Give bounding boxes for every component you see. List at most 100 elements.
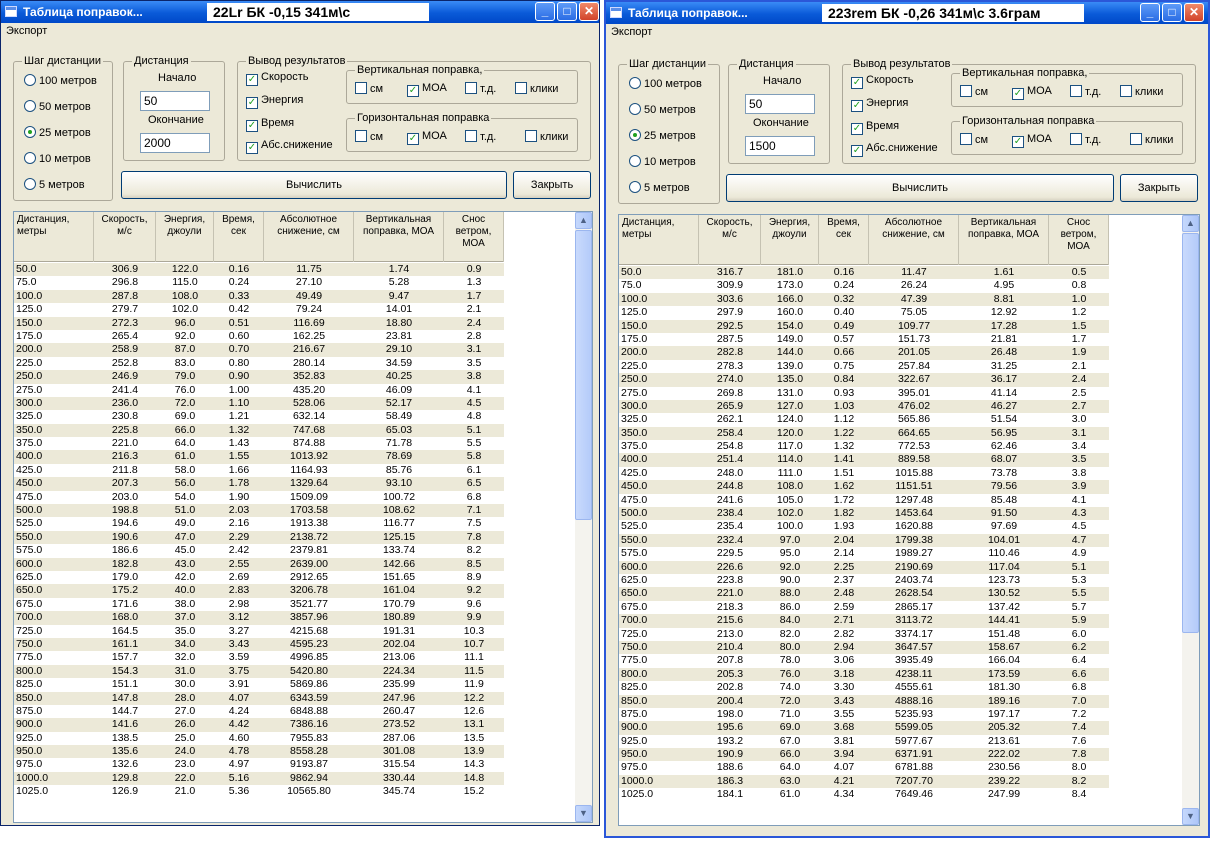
check-energy[interactable]: ✓ Энергия — [246, 94, 303, 109]
step-option-50[interactable]: 50 метров — [629, 103, 696, 116]
title-bar[interactable]: Таблица поправок... 223rem БК -0,26 341м… — [606, 2, 1208, 24]
horizontal-unit-cm[interactable]: см — [960, 133, 988, 146]
vertical-scrollbar[interactable]: ▲ ▼ — [1182, 215, 1199, 825]
start-input[interactable]: 50 — [140, 91, 210, 111]
table-row[interactable]: 850.0 200.4 72.0 3.43 4888.16 189.16 7.0 — [619, 694, 1109, 708]
scroll-thumb[interactable] — [1182, 233, 1199, 633]
check-speed[interactable]: ✓ Скорость — [246, 71, 309, 86]
table-row[interactable]: 525.0 235.4 100.0 1.93 1620.88 97.69 4.5 — [619, 520, 1109, 533]
start-input[interactable]: 50 — [745, 94, 815, 114]
table-row[interactable]: 450.0 244.8 108.0 1.62 1151.51 79.56 3.9 — [619, 480, 1109, 494]
table-row[interactable]: 125.0 279.7 102.0 0.42 79.24 14.01 2.1 — [14, 303, 504, 316]
step-option-25[interactable]: 25 метров — [24, 126, 91, 139]
vertical-scrollbar[interactable]: ▲ ▼ — [575, 212, 592, 822]
step-option-50[interactable]: 50 метров — [24, 100, 91, 113]
table-row[interactable]: 375.0 254.8 117.0 1.32 772.53 62.46 3.4 — [619, 440, 1109, 453]
table-row[interactable]: 175.0 265.4 92.0 0.60 162.25 23.81 2.8 — [14, 330, 504, 343]
table-row[interactable]: 125.0 297.9 160.0 0.40 75.05 12.92 1.2 — [619, 306, 1109, 319]
table-row[interactable]: 475.0 203.0 54.0 1.90 1509.09 100.72 6.8 — [14, 491, 504, 504]
check-abs-drop[interactable]: ✓ Абс.снижение — [246, 139, 333, 154]
table-row[interactable]: 900.0 141.6 26.0 4.42 7386.16 273.52 13.1 — [14, 718, 504, 732]
table-row[interactable]: 625.0 223.8 90.0 2.37 2403.74 123.73 5.3 — [619, 574, 1109, 587]
close-icon[interactable]: ✕ — [1184, 3, 1204, 22]
table-row[interactable]: 625.0 179.0 42.0 2.69 2912.65 151.65 8.9 — [14, 571, 504, 584]
table-row[interactable]: 75.0 296.8 115.0 0.24 27.10 5.28 1.3 — [14, 276, 504, 289]
table-row[interactable]: 975.0 132.6 23.0 4.97 9193.87 315.54 14.3 — [14, 758, 504, 771]
table-row[interactable]: 200.0 258.9 87.0 0.70 216.67 29.10 3.1 — [14, 343, 504, 357]
horizontal-unit-td[interactable]: т.д. — [465, 130, 496, 143]
table-row[interactable]: 725.0 213.0 82.0 2.82 3374.17 151.48 6.0 — [619, 628, 1109, 641]
table-row[interactable]: 300.0 265.9 127.0 1.03 476.02 46.27 2.7 — [619, 399, 1109, 414]
vertical-unit-td[interactable]: т.д. — [465, 82, 496, 95]
maximize-icon[interactable]: □ — [557, 2, 577, 21]
table-row[interactable]: 750.0 210.4 80.0 2.94 3647.57 158.67 6.2 — [619, 640, 1109, 655]
table-row[interactable]: 150.0 292.5 154.0 0.49 109.77 17.28 1.5 — [619, 319, 1109, 333]
table-row[interactable]: 100.0 303.6 166.0 0.32 47.39 8.81 1.0 — [619, 292, 1109, 307]
table-row[interactable]: 575.0 229.5 95.0 2.14 1989.27 110.46 4.9 — [619, 547, 1109, 560]
horizontal-unit-clicks[interactable]: клики — [525, 130, 568, 143]
table-row[interactable]: 225.0 278.3 139.0 0.75 257.84 31.25 2.1 — [619, 360, 1109, 373]
table-row[interactable]: 875.0 198.0 71.0 3.55 5235.93 197.17 7.2 — [619, 708, 1109, 721]
table-row[interactable]: 400.0 251.4 114.0 1.41 889.58 68.07 3.5 — [619, 453, 1109, 467]
table-row[interactable]: 850.0 147.8 28.0 4.07 6343.59 247.96 12.2 — [14, 691, 504, 705]
table-row[interactable]: 50.0 306.9 122.0 0.16 11.75 1.74 0.9 — [14, 263, 504, 277]
scroll-thumb[interactable] — [575, 230, 592, 520]
header-wind-moa[interactable]: Снос ветром, МОА — [1049, 215, 1109, 265]
table-row[interactable]: 650.0 221.0 88.0 2.48 2628.54 130.52 5.5 — [619, 587, 1109, 601]
end-input[interactable]: 2000 — [140, 133, 210, 153]
vertical-unit-cm[interactable]: см — [960, 85, 988, 98]
vertical-unit-moa[interactable]: ✓ МОА — [407, 82, 447, 97]
table-row[interactable]: 75.0 309.9 173.0 0.24 26.24 4.95 0.8 — [619, 279, 1109, 292]
step-option-100[interactable]: 100 метров — [629, 77, 702, 90]
horizontal-unit-moa[interactable]: ✓ МОА — [1012, 133, 1052, 148]
table-row[interactable]: 600.0 226.6 92.0 2.25 2190.69 117.04 5.1 — [619, 560, 1109, 574]
check-energy[interactable]: ✓ Энергия — [851, 97, 908, 112]
table-row[interactable]: 1000.0 186.3 63.0 4.21 7207.70 239.22 8.2 — [619, 774, 1109, 789]
menu-export[interactable]: Экспорт — [611, 26, 652, 38]
table-row[interactable]: 475.0 241.6 105.0 1.72 1297.48 85.48 4.1 — [619, 494, 1109, 507]
table-row[interactable]: 350.0 225.8 66.0 1.32 747.68 65.03 5.1 — [14, 423, 504, 438]
table-row[interactable]: 325.0 230.8 69.0 1.21 632.14 58.49 4.8 — [14, 410, 504, 423]
table-row[interactable]: 675.0 171.6 38.0 2.98 3521.77 170.79 9.6 — [14, 598, 504, 611]
table-row[interactable]: 525.0 194.6 49.0 2.16 1913.38 116.77 7.5 — [14, 517, 504, 530]
maximize-icon[interactable]: □ — [1162, 3, 1182, 22]
table-row[interactable]: 225.0 252.8 83.0 0.80 280.14 34.59 3.5 — [14, 357, 504, 370]
table-row[interactable]: 350.0 258.4 120.0 1.22 664.65 56.95 3.1 — [619, 426, 1109, 441]
table-row[interactable]: 825.0 202.8 74.0 3.30 4555.61 181.30 6.8 — [619, 681, 1109, 694]
results-table[interactable]: Дистанция, метры Скорость, м/с Энергия, … — [13, 211, 593, 823]
header-speed[interactable]: Скорость, м/с — [94, 212, 156, 262]
horizontal-unit-td[interactable]: т.д. — [1070, 133, 1101, 146]
table-row[interactable]: 800.0 154.3 31.0 3.75 5420.80 224.34 11.5 — [14, 664, 504, 679]
table-row[interactable]: 275.0 241.4 76.0 1.00 435.20 46.09 4.1 — [14, 384, 504, 397]
table-row[interactable]: 1000.0 129.8 22.0 5.16 9862.94 330.44 14.8 — [14, 771, 504, 786]
table-row[interactable]: 825.0 151.1 30.0 3.91 5869.86 235.99 11.9 — [14, 678, 504, 691]
close-button[interactable]: Закрыть — [1120, 174, 1198, 202]
table-row[interactable]: 500.0 198.8 51.0 2.03 1703.58 108.62 7.1 — [14, 504, 504, 518]
table-row[interactable]: 425.0 248.0 111.0 1.51 1015.88 73.78 3.8 — [619, 467, 1109, 480]
table-row[interactable]: 325.0 262.1 124.0 1.12 565.86 51.54 3.0 — [619, 413, 1109, 426]
calculate-button[interactable]: Вычислить — [121, 171, 507, 199]
vertical-unit-td[interactable]: т.д. — [1070, 85, 1101, 98]
table-row[interactable]: 275.0 269.8 131.0 0.93 395.01 41.14 2.5 — [619, 387, 1109, 400]
header-energy[interactable]: Энергия, джоули — [761, 215, 819, 265]
header-abs-drop[interactable]: Абсолютное снижение, см — [869, 215, 959, 265]
table-row[interactable]: 900.0 195.6 69.0 3.68 5599.05 205.32 7.4 — [619, 721, 1109, 735]
table-row[interactable]: 700.0 168.0 37.0 3.12 3857.96 180.89 9.9 — [14, 611, 504, 625]
step-option-5[interactable]: 5 метров — [629, 181, 690, 194]
table-row[interactable]: 500.0 238.4 102.0 1.82 1453.64 91.50 4.3 — [619, 507, 1109, 521]
minimize-icon[interactable]: _ — [1140, 3, 1160, 22]
table-row[interactable]: 200.0 282.8 144.0 0.66 201.05 26.48 1.9 — [619, 346, 1109, 360]
table-row[interactable]: 375.0 221.0 64.0 1.43 874.88 71.78 5.5 — [14, 437, 504, 450]
step-option-10[interactable]: 10 метров — [24, 152, 91, 165]
end-input[interactable]: 1500 — [745, 136, 815, 156]
table-row[interactable]: 650.0 175.2 40.0 2.83 3206.78 161.04 9.2 — [14, 584, 504, 598]
table-row[interactable]: 575.0 186.6 45.0 2.42 2379.81 133.74 8.2 — [14, 544, 504, 557]
table-row[interactable]: 725.0 164.5 35.0 3.27 4215.68 191.31 10.3 — [14, 625, 504, 638]
table-row[interactable]: 550.0 190.6 47.0 2.29 2138.72 125.15 7.8 — [14, 530, 504, 545]
check-time[interactable]: ✓ Время — [246, 117, 294, 132]
table-row[interactable]: 425.0 211.8 58.0 1.66 1164.93 85.76 6.1 — [14, 464, 504, 477]
table-row[interactable]: 50.0 316.7 181.0 0.16 11.47 1.61 0.5 — [619, 266, 1109, 280]
table-row[interactable]: 800.0 205.3 76.0 3.18 4238.11 173.59 6.6 — [619, 667, 1109, 682]
table-row[interactable]: 975.0 188.6 64.0 4.07 6781.88 230.56 8.0 — [619, 761, 1109, 774]
vertical-unit-clicks[interactable]: клики — [1120, 85, 1163, 98]
